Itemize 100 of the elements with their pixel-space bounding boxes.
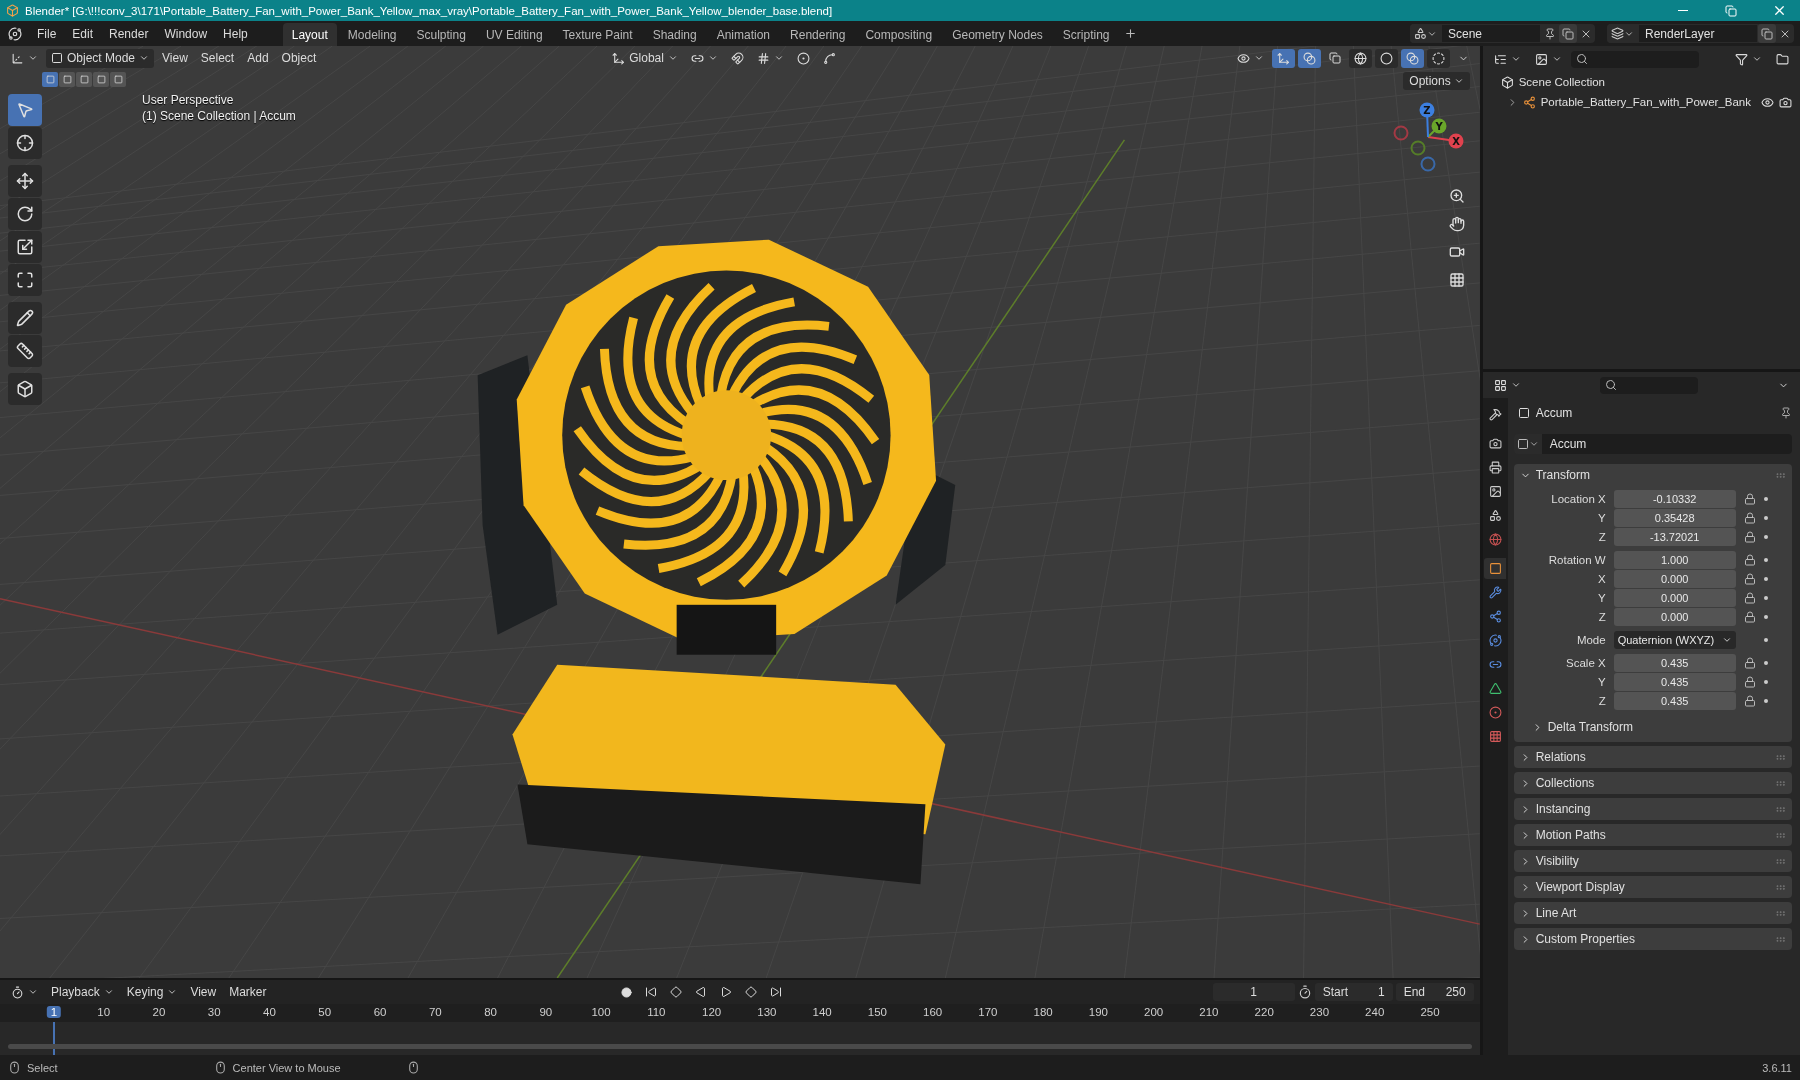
frame-number: 160 [922, 1006, 944, 1018]
menu-item[interactable]: View [185, 982, 222, 1002]
menu-item[interactable]: Marker [224, 982, 272, 1002]
number-field[interactable]: -13.72021 [1613, 528, 1736, 546]
start-frame-field[interactable]: Start 1 [1314, 983, 1393, 1001]
frame-number: 80 [483, 1006, 498, 1018]
current-frame-field[interactable]: 1 [1212, 983, 1295, 1001]
number-field[interactable]: 0.000 [1613, 608, 1736, 626]
field-label: X [1597, 573, 1607, 585]
window-title: Blender* [G:\!!!conv_3\171\Portable_Battery_Fan_with_Power_Bank_Yellow_max_vray\Portable_Battery_Fan_with_Power_Bank_Yellow_blender_base.blend] [25, 4, 834, 17]
panel-header[interactable]: Transform [1513, 464, 1792, 486]
workspace-tab[interactable]: Layout [282, 23, 337, 46]
workspace-tab[interactable]: Sculpting [407, 23, 475, 46]
frame-number: 120 [701, 1006, 723, 1018]
frame-number: 190 [1087, 1006, 1109, 1018]
frame-number: 200 [1143, 1006, 1165, 1018]
number-field[interactable]: 1.000 [1613, 551, 1736, 569]
version-label: 3.6.11 [1762, 1061, 1792, 1074]
field-label: Scale X [1565, 657, 1607, 669]
frame-number: 20 [151, 1006, 167, 1018]
frame-number: 90 [538, 1006, 554, 1018]
panel-header[interactable]: Collections [1513, 772, 1792, 794]
workspace-tab[interactable]: Rendering [781, 23, 855, 46]
axis-label: Y [1435, 120, 1443, 132]
navigation-gizmo[interactable]: X Y Z [1389, 96, 1470, 178]
object-name-field[interactable]: Accum [1541, 434, 1792, 454]
menu-item[interactable]: File [30, 23, 64, 44]
menu-item[interactable]: Keying [121, 982, 183, 1002]
menu-item[interactable]: Edit [65, 23, 101, 44]
scene-field[interactable]: Scene [1441, 24, 1541, 43]
axis-label: X [1451, 135, 1460, 147]
menu-item[interactable]: Object [276, 48, 322, 68]
frame-number: 220 [1253, 1006, 1275, 1018]
status-hint: Center View to Mouse [232, 1061, 341, 1074]
frame-number: 140 [811, 1006, 833, 1018]
workspace-tab[interactable]: UV Editing [476, 23, 552, 46]
panel-header[interactable]: Visibility [1513, 850, 1792, 872]
frame-number: 40 [262, 1006, 277, 1018]
viewport-info: User Perspective [142, 93, 235, 107]
sub-panel-header[interactable]: Delta Transform [1513, 716, 1792, 738]
number-field[interactable]: -0.10332 [1613, 490, 1736, 508]
frame-number: 110 [646, 1006, 667, 1018]
menu-item[interactable]: Help [216, 23, 255, 44]
outliner-item[interactable]: Portable_Battery_Fan_with_Power_Bank [1540, 96, 1751, 108]
object-name: Accum [1535, 406, 1574, 420]
number-field[interactable]: 0.435 [1613, 692, 1736, 710]
panel-header[interactable]: Viewport Display [1513, 876, 1792, 898]
workspace-tab[interactable]: Geometry Nodes [943, 23, 1052, 46]
field-label: Mode [1575, 634, 1607, 646]
field-label: Rotation W [1547, 554, 1607, 566]
menu-item[interactable]: Window [157, 23, 215, 44]
panel-header[interactable]: Custom Properties [1513, 928, 1792, 950]
current-frame-marker[interactable]: 1 [46, 1006, 62, 1018]
panel-header[interactable]: Line Art [1513, 902, 1792, 924]
workspace-tab[interactable]: Texture Paint [553, 23, 642, 46]
number-field[interactable]: 0.000 [1613, 570, 1736, 588]
menu-item[interactable]: Playback [46, 982, 119, 1002]
panel-header[interactable]: Instancing [1513, 798, 1792, 820]
outliner-item[interactable]: Scene Collection [1518, 76, 1605, 88]
frame-number: 130 [756, 1006, 778, 1018]
field-label: Location X [1550, 493, 1607, 505]
number-field[interactable]: 0.35428 [1613, 509, 1736, 527]
field-label: Z [1597, 695, 1607, 707]
number-field[interactable]: 0.435 [1613, 673, 1736, 691]
number-field[interactable]: 0.435 [1613, 654, 1736, 672]
workspace-tab[interactable]: Shading [643, 23, 706, 46]
panel-header[interactable]: Motion Paths [1513, 824, 1792, 846]
field-label: Y [1597, 676, 1607, 688]
view-layer-field[interactable]: RenderLayer [1638, 24, 1758, 43]
frame-number: 100 [590, 1006, 612, 1018]
frame-number: 30 [206, 1006, 222, 1018]
number-field[interactable]: 0.000 [1613, 589, 1736, 607]
workspace-tab[interactable]: Modeling [338, 23, 406, 46]
frame-number: 150 [866, 1006, 888, 1018]
frame-number: 240 [1364, 1006, 1386, 1018]
menu-item[interactable]: View [157, 48, 193, 68]
field-label: Y [1597, 512, 1607, 524]
frame-number: 210 [1198, 1006, 1220, 1018]
frame-number: 250 [1419, 1006, 1441, 1018]
menu-item[interactable]: Select [195, 48, 240, 68]
orientation-dropdown[interactable]: Global [607, 48, 683, 68]
frame-number: 180 [1032, 1006, 1054, 1018]
menu-item[interactable]: Add [242, 48, 274, 68]
frame-number: 50 [317, 1006, 333, 1018]
menu-item[interactable]: Render [102, 23, 156, 44]
field-label: Z [1597, 611, 1607, 623]
panel-header[interactable]: Relations [1513, 746, 1792, 768]
frame-number: 10 [96, 1006, 112, 1018]
viewport-info: (1) Scene Collection | Accum [142, 109, 296, 123]
status-hint: Select [27, 1061, 58, 1074]
end-frame-field[interactable]: End 250 [1395, 983, 1474, 1001]
workspace-tab[interactable]: Compositing [856, 23, 942, 46]
workspace-tab[interactable]: Scripting [1053, 23, 1119, 46]
field-label: Z [1597, 531, 1607, 543]
axis-label: Z [1423, 104, 1431, 116]
frame-number: 170 [977, 1006, 999, 1018]
workspace-tab[interactable]: Animation [707, 23, 780, 46]
options-dropdown[interactable]: Options [1403, 72, 1470, 90]
mode-dropdown[interactable]: Quaternion (WXYZ) [1613, 631, 1736, 649]
field-label: Y [1597, 592, 1607, 604]
